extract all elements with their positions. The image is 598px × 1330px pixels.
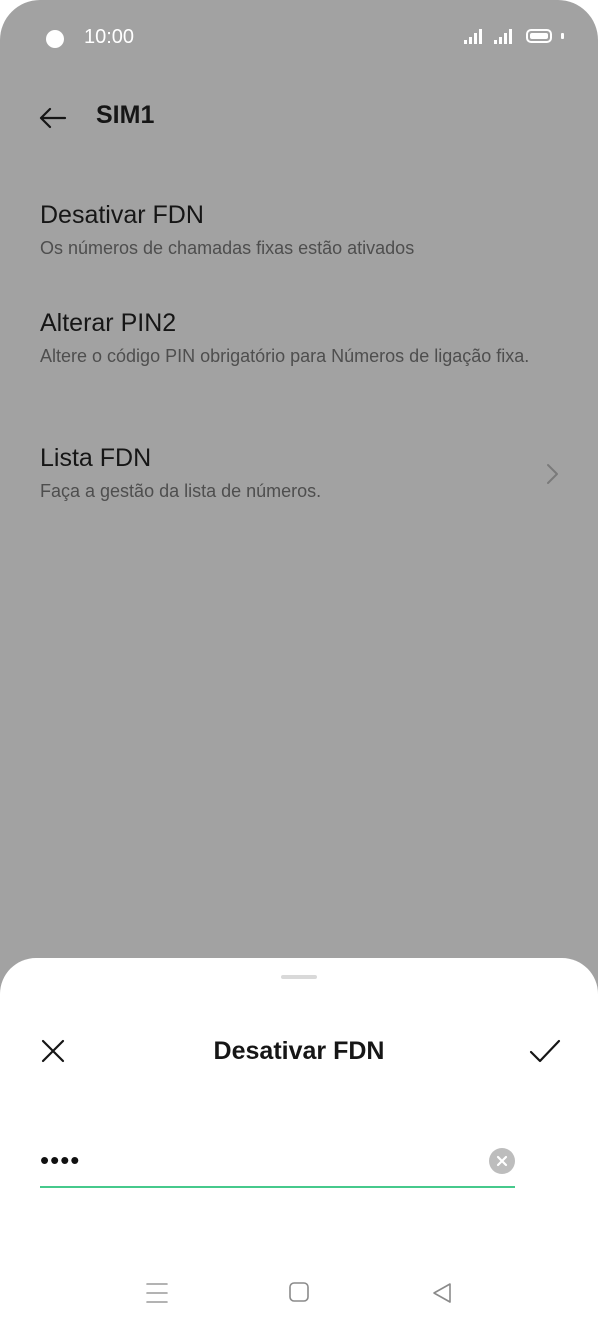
sheet-drag-handle[interactable]: [281, 975, 317, 979]
status-icons: [464, 28, 564, 44]
signal-sim1-icon: [464, 28, 482, 44]
home-square-icon[interactable]: [289, 1282, 309, 1302]
notification-dot-icon: [46, 30, 64, 48]
menu-icon[interactable]: [146, 1282, 168, 1304]
signal-sim2-icon: [494, 28, 512, 44]
setting-subtitle: Os números de chamadas fixas estão ativa…: [40, 238, 415, 258]
setting-title: Lista FDN: [40, 444, 152, 472]
chevron-right-icon: [547, 464, 558, 484]
setting-subtitle: Altere o código PIN obrigatório para Núm…: [40, 346, 530, 366]
setting-subtitle: Faça a gestão da lista de números.: [40, 481, 322, 501]
bottom-sheet: Desativar FDN ••••: [0, 958, 598, 1330]
setting-lista-fdn[interactable]: Lista FDN Faça a gestão da lista de núme…: [40, 442, 518, 505]
status-bar: 10:00: [0, 0, 598, 76]
check-icon[interactable]: [528, 1038, 562, 1064]
clear-input-icon[interactable]: [489, 1148, 515, 1174]
setting-title: Alterar PIN2: [40, 309, 177, 337]
battery-tip: [561, 33, 564, 39]
battery-icon: [526, 29, 552, 43]
back-triangle-icon[interactable]: [432, 1282, 452, 1304]
setting-desativar-fdn[interactable]: Desativar FDN Os números de chamadas fix…: [40, 199, 558, 262]
setting-alterar-pin2[interactable]: Alterar PIN2 Altere o código PIN obrigat…: [40, 307, 558, 370]
status-time: 10:00: [84, 26, 135, 48]
sheet-title: Desativar FDN: [213, 1037, 385, 1065]
pin-input[interactable]: ••••: [40, 1144, 515, 1188]
setting-title: Desativar FDN: [40, 201, 204, 229]
page-title: SIM1: [96, 101, 155, 129]
pin-value: ••••: [40, 1145, 81, 1175]
back-arrow-icon[interactable]: [36, 102, 68, 134]
